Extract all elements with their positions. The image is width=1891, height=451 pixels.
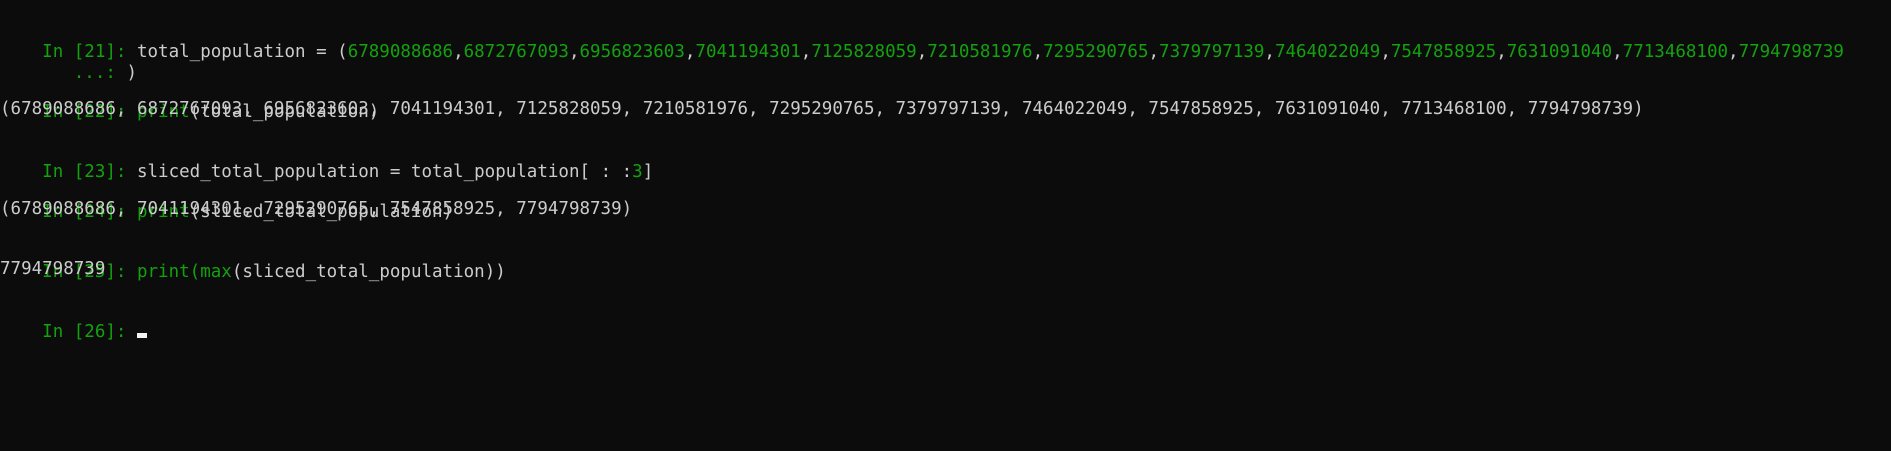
text-cursor — [136, 333, 147, 338]
tuple-value: 7631091040 — [1506, 42, 1613, 62]
code-25-arg: (sliced_total_population)) — [231, 262, 506, 282]
tuple-value: 7794798739 — [1738, 42, 1844, 62]
code-23-step: 3 — [632, 162, 643, 182]
tuple-comma: , — [684, 42, 696, 62]
tuple-value: 7041194301 — [695, 42, 801, 62]
prompt-26: In [26]: — [42, 322, 137, 342]
tuple-value: 7464022049 — [1274, 42, 1381, 62]
tuple-comma: , — [1148, 42, 1160, 62]
output-line-24: (6789088686, 7041194301, 7295290765, 754… — [0, 199, 633, 219]
tuple-value: 7547858925 — [1390, 42, 1497, 62]
tuple-value: 7713468100 — [1622, 42, 1729, 62]
code-21-name: total_population = ( — [136, 42, 348, 62]
input-line-21-continuation: ...: ) — [0, 37, 137, 83]
tuple-value: 7210581976 — [927, 42, 1033, 62]
tuple-value: 6872767093 — [463, 42, 569, 62]
code-25-print: print — [136, 262, 190, 282]
tuple-comma: , — [1264, 42, 1275, 62]
tuple-comma: , — [1380, 42, 1391, 62]
tuple-comma: , — [568, 42, 580, 62]
code-25-paren: ( — [189, 262, 201, 282]
input-line-26[interactable]: In [26]: — [0, 296, 147, 342]
tuple-value: 7125828059 — [811, 42, 917, 62]
code-23-end: ] — [642, 162, 654, 182]
code-21-values: 6789088686,6872767093,6956823603,7041194… — [348, 42, 1844, 62]
tuple-comma: , — [800, 42, 812, 62]
tuple-comma: , — [1496, 42, 1507, 62]
tuple-value: 7379797139 — [1159, 42, 1265, 62]
input-line-23: In [23]: sliced_total_population = total… — [0, 136, 653, 182]
code-25-max: max — [200, 262, 232, 282]
tuple-comma: , — [1728, 42, 1739, 62]
tuple-comma: , — [453, 42, 464, 62]
tuple-value: 6789088686 — [347, 42, 454, 62]
input-line-21: In [21]: total_population = (6789088686,… — [0, 16, 1844, 62]
tuple-comma: , — [1612, 42, 1623, 62]
tuple-comma: , — [1032, 42, 1044, 62]
tuple-value: 7295290765 — [1043, 42, 1149, 62]
tuple-value: 6956823603 — [579, 42, 685, 62]
tuple-comma: , — [916, 42, 928, 62]
output-line-22: (6789088686, 6872767093, 6956823603, 704… — [0, 99, 1644, 119]
ipython-terminal[interactable]: In [21]: total_population = (6789088686,… — [0, 0, 1891, 451]
output-line-25: 7794798739 — [0, 259, 106, 279]
